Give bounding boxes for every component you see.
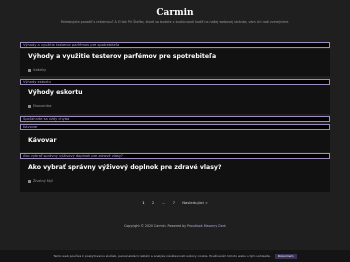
pagination: 1 2 … 7 Nasledujúci » [0,200,350,205]
post-title[interactable]: Výhody eskortu [28,89,83,96]
category-label: Životný štýl [33,179,53,183]
site-header: Carmin Potrebujete poradiť s reklamou? A… [0,0,350,30]
post-card[interactable]: Ako vybrať správny výživový doplnok pre … [20,159,330,192]
folder-icon [28,179,31,183]
post-category[interactable]: Vzdelky [28,68,46,72]
post-title[interactable]: Kávovar [28,137,57,144]
post-link-bar[interactable]: Spoľahnite sa vždy chyba [20,116,330,122]
page-link-1[interactable]: 1 [142,200,144,205]
cookie-text: Tento web používa k poskytovaniu služieb… [53,254,271,258]
cookie-bar: Tento web používa k poskytovaniu služieb… [0,250,350,262]
post-card[interactable]: Kávovar [20,130,330,152]
next-page-link[interactable]: Nasledujúci » [182,200,208,205]
post-category[interactable]: Ekonomika [28,104,52,108]
post-card[interactable]: Výhody a využitie testerov parfémov pre … [20,49,330,76]
post-card[interactable]: Výhody eskortu Ekonomika [20,85,330,114]
category-label: Ekonomika [33,104,52,108]
cookie-accept-button[interactable]: Rozumiem [274,254,297,259]
post-category[interactable]: Životný štýl [28,179,53,183]
footer-copyright: Copyright © 2020 Carmin. Powered by [124,224,186,228]
category-label: Vzdelky [33,68,47,72]
footer: Copyright © 2020 Carmin. Powered by Prou… [0,224,350,228]
folder-icon [28,68,31,72]
page-link-7[interactable]: 7 [173,200,175,205]
page-link-2[interactable]: 2 [152,200,154,205]
post-title[interactable]: Ako vybrať správny výživový doplnok pre … [28,164,222,171]
post-title[interactable]: Výhody a využitie testerov parfémov pre … [28,53,216,60]
folder-icon [28,104,31,108]
site-title[interactable]: Carmin [0,8,350,18]
footer-theme-link[interactable]: Proudlook Masonry Dark [187,224,226,228]
post-link-bar[interactable]: Výhody a využitie testerov parfémov pre … [20,42,330,48]
site-tagline: Potrebujete poradiť s reklamou? A či tak… [60,20,290,24]
page-ellipsis: … [161,200,166,205]
